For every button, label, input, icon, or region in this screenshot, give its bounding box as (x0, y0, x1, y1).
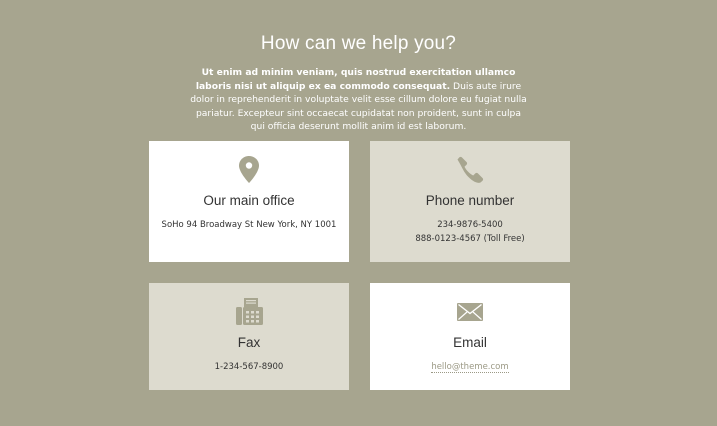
email-card: Email hello@theme.com (370, 283, 570, 390)
fax-number: 1-234-567-8900 (214, 362, 284, 372)
phone-number-tollfree: 888-0123-4567 (Toll Free) (415, 234, 525, 244)
email-link[interactable]: hello@theme.com (431, 362, 509, 373)
intro-text: Ut enim ad minim veniam, quis nostrud ex… (188, 66, 529, 134)
office-card: Our main office SoHo 94 Broadway St New … (149, 141, 349, 262)
map-pin-icon (239, 156, 259, 183)
page-title: How can we help you? (260, 33, 457, 54)
envelope-icon (457, 303, 483, 321)
phone-number-main: 234-9876-5400 (437, 220, 503, 230)
fax-card: Fax 1-234-567-8900 (149, 283, 349, 390)
office-address: SoHo 94 Broadway St New York, NY 1001 (161, 220, 337, 230)
fax-title: Fax (237, 335, 261, 350)
email-title: Email (453, 335, 487, 350)
phone-title: Phone number (425, 193, 515, 208)
phone-card: Phone number 234-9876-5400 888-0123-4567… (370, 141, 570, 262)
phone-icon (457, 156, 484, 183)
fax-icon (236, 298, 263, 325)
office-title: Our main office (203, 193, 295, 208)
